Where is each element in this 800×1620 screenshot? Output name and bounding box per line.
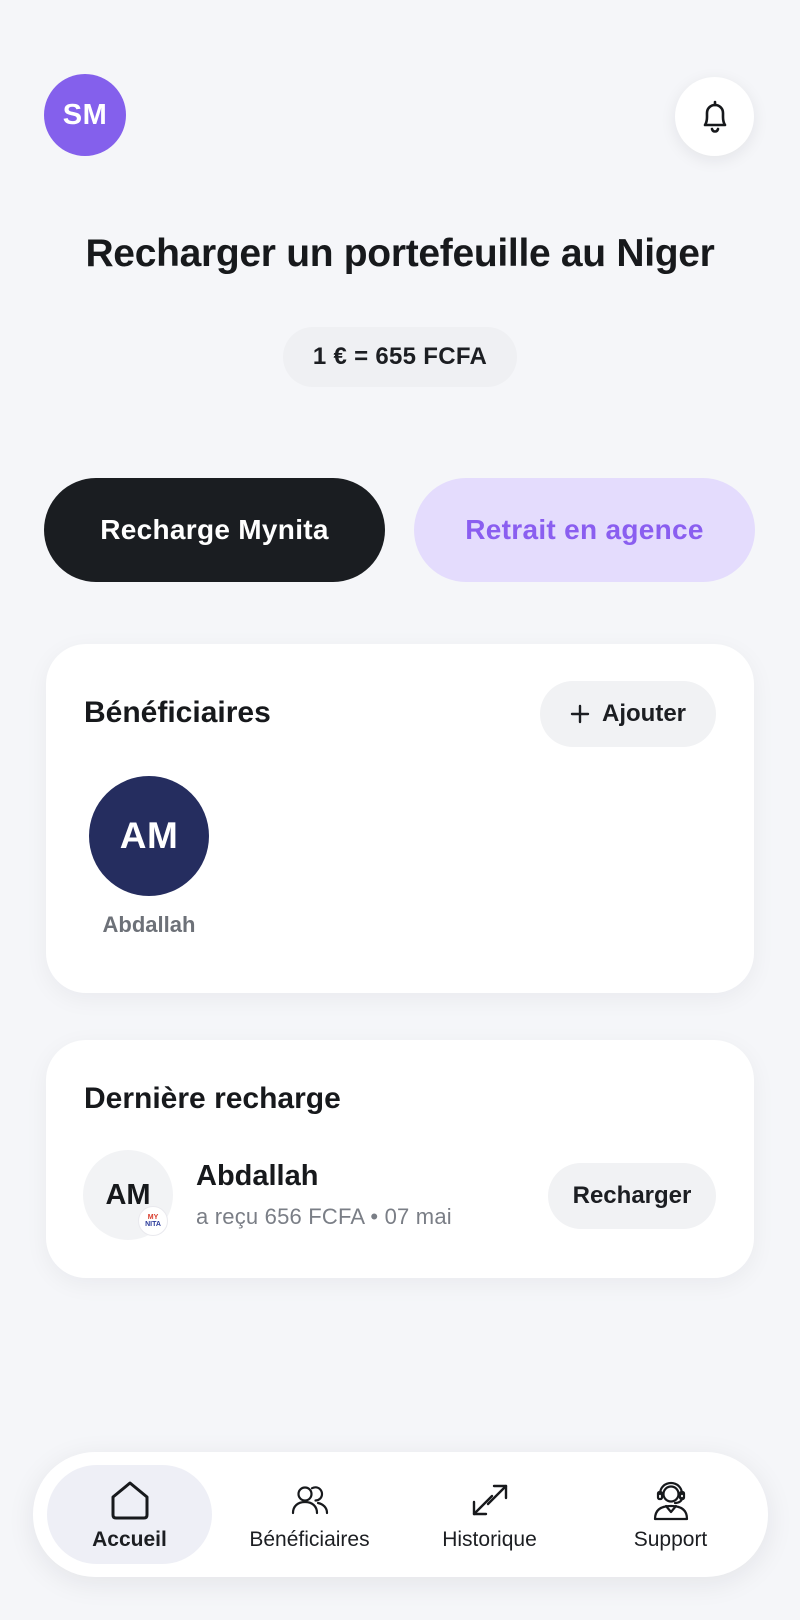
last-recharge-description: a reçu 656 FCFA • 07 mai	[196, 1204, 452, 1229]
nav-item-support[interactable]: Support	[588, 1465, 753, 1564]
profile-initials: SM	[62, 98, 108, 131]
last-recharge-initials: AM	[105, 1178, 151, 1211]
notifications-button[interactable]	[675, 77, 754, 156]
beneficiary-initials: AM	[119, 815, 179, 856]
home-icon	[108, 1478, 152, 1522]
last-recharge-name: Abdallah	[196, 1160, 319, 1192]
add-beneficiary-label: Ajouter	[602, 700, 686, 727]
page-title: Recharger un portefeuille au Niger	[85, 232, 715, 275]
nav-item-accueil[interactable]: Accueil	[47, 1465, 212, 1564]
nav-label-accueil: Accueil	[92, 1527, 167, 1551]
bell-icon	[703, 100, 726, 133]
agency-withdrawal-label: Retrait en agence	[465, 514, 704, 545]
recharge-again-label: Recharger	[572, 1182, 692, 1209]
beneficiary-name[interactable]: Abdallah	[79, 912, 219, 938]
mynita-logo-text-top: MY	[147, 1214, 159, 1221]
exchange-rate-badge: 1 € = 655 FCFA	[283, 327, 517, 387]
mynita-logo: MY NITA	[138, 1206, 168, 1236]
mynita-logo-text-bottom: NITA	[145, 1221, 161, 1228]
last-recharge-title: Dernière recharge	[84, 1082, 341, 1115]
headset-agent-icon	[650, 1478, 692, 1522]
transfer-arrows-icon	[468, 1478, 512, 1522]
recharge-again-button[interactable]: Recharger	[548, 1163, 716, 1229]
recharge-mynita-label: Recharge Mynita	[100, 514, 329, 545]
beneficiaries-title: Bénéficiaires	[84, 696, 271, 729]
add-beneficiary-button[interactable]: Ajouter	[540, 681, 716, 747]
agency-withdrawal-button[interactable]: Retrait en agence	[414, 478, 755, 582]
home-screen: SM Recharger un portefeuille au Niger 1 …	[0, 0, 800, 1620]
profile-avatar[interactable]: SM	[44, 74, 126, 156]
beneficiary-avatar[interactable]: AM	[89, 776, 209, 896]
plus-icon	[570, 704, 590, 724]
users-icon	[290, 1478, 330, 1522]
exchange-rate-text: 1 € = 655 FCFA	[312, 343, 488, 370]
nav-label-historique: Historique	[442, 1527, 537, 1551]
recharge-mynita-button[interactable]: Recharge Mynita	[44, 478, 385, 582]
nav-label-beneficiaires: Bénéficiaires	[249, 1527, 370, 1551]
nav-item-historique[interactable]: Historique	[407, 1465, 572, 1564]
nav-item-beneficiaires[interactable]: Bénéficiaires	[227, 1465, 392, 1564]
nav-label-support: Support	[633, 1527, 708, 1551]
